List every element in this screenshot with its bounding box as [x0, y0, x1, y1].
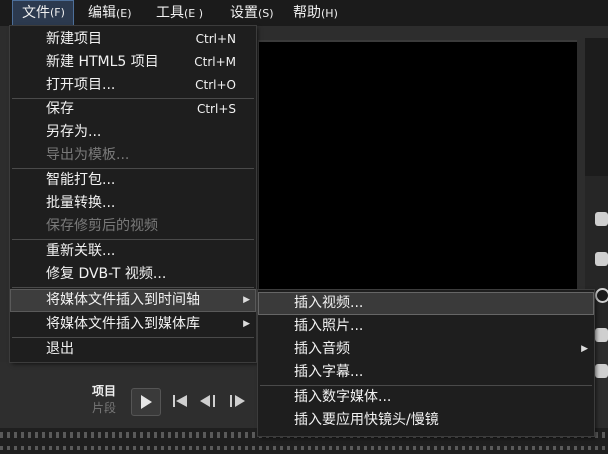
skip-back-icon: [173, 395, 187, 407]
file-menu: 新建项目 Ctrl+N 新建 HTML5 项目 Ctrl+M 打开项目... C…: [10, 26, 256, 362]
menu-tools-label: 工具: [156, 5, 184, 21]
player-panel: [0, 362, 258, 428]
play-button[interactable]: [131, 388, 161, 416]
monitor-icon[interactable]: [595, 364, 608, 378]
capture-icon[interactable]: [595, 252, 608, 266]
menu-item-label: 批量转换...: [46, 195, 116, 211]
menu-settings[interactable]: 设置(S): [230, 0, 286, 26]
menu-item-shortcut: Ctrl+M: [194, 55, 236, 69]
menu-item-insert-to-library[interactable]: 将媒体文件插入到媒体库 ▶: [10, 313, 256, 336]
menu-help-accel: (H): [321, 7, 338, 20]
menu-item-new-html5-project[interactable]: 新建 HTML5 项目 Ctrl+M: [10, 51, 256, 74]
menu-item-label: 修复 DVB-T 视频...: [46, 266, 167, 282]
menu-item-save[interactable]: 保存 Ctrl+S: [10, 98, 256, 121]
menu-item-batch-convert[interactable]: 批量转换...: [10, 192, 256, 215]
insert-to-timeline-submenu: 插入视频... 插入照片... 插入音频 ▶ 插入字幕... 插入数字媒体...…: [258, 290, 594, 436]
submenu-arrow-icon: ▶: [243, 295, 250, 305]
menu-item-label: 新建项目: [46, 31, 102, 47]
menu-item-repair-dvbt[interactable]: 修复 DVB-T 视频...: [10, 263, 256, 286]
menu-item-smart-package[interactable]: 智能打包...: [10, 169, 256, 192]
submenu-item-insert-speed-effect[interactable]: 插入要应用快镜头/慢镜: [258, 409, 594, 432]
step-back-icon: [200, 395, 215, 407]
menu-tools-accel: (E ): [184, 7, 204, 20]
menu-item-label: 插入字幕...: [294, 364, 364, 380]
menu-tools[interactable]: 工具(E ): [156, 0, 216, 26]
submenu-arrow-icon: ▶: [581, 344, 588, 354]
menu-item-relink[interactable]: 重新关联...: [10, 240, 256, 263]
menu-settings-accel: (S): [258, 7, 274, 20]
step-back-button[interactable]: [199, 394, 219, 412]
submenu-item-insert-photo[interactable]: 插入照片...: [258, 315, 594, 338]
menu-item-label: 保存: [46, 101, 74, 117]
clip-mode-label[interactable]: 片段: [92, 399, 116, 416]
menu-item-label: 导出为模板...: [46, 147, 130, 163]
menu-item-label: 保存修剪后的视频: [46, 218, 158, 234]
menu-item-shortcut: Ctrl+O: [195, 78, 236, 92]
menu-separator: [12, 287, 254, 288]
menu-item-label: 插入视频...: [294, 295, 364, 311]
menu-file-accel: (F): [50, 6, 65, 19]
menu-item-save-as[interactable]: 另存为...: [10, 121, 256, 144]
menu-edit[interactable]: 编辑(E): [88, 0, 144, 26]
menu-item-label: 插入照片...: [294, 318, 364, 334]
preview-window: [258, 40, 577, 298]
menu-help[interactable]: 帮助(H): [293, 0, 349, 26]
step-forward-icon: [230, 395, 245, 407]
menu-edit-label: 编辑: [88, 5, 116, 21]
menu-settings-label: 设置: [230, 5, 258, 21]
record-icon[interactable]: [595, 288, 608, 303]
menu-item-label: 将媒体文件插入到时间轴: [46, 292, 200, 308]
title-icon[interactable]: [595, 328, 608, 342]
menu-help-label: 帮助: [293, 5, 321, 21]
submenu-item-insert-subtitle[interactable]: 插入字幕...: [258, 361, 594, 384]
submenu-item-insert-digital-media[interactable]: 插入数字媒体...: [258, 386, 594, 409]
camera-icon[interactable]: [595, 212, 608, 226]
menu-item-label: 插入音频: [294, 341, 350, 357]
skip-back-button[interactable]: [172, 394, 190, 412]
menu-item-label: 重新关联...: [46, 243, 116, 259]
menu-item-label: 新建 HTML5 项目: [46, 54, 159, 70]
menu-item-exit[interactable]: 退出: [10, 338, 256, 361]
play-icon: [141, 395, 152, 409]
menu-item-new-project[interactable]: 新建项目 Ctrl+N: [10, 28, 256, 51]
menu-item-save-trimmed-video: 保存修剪后的视频: [10, 215, 256, 238]
project-mode-label[interactable]: 项目: [92, 382, 116, 399]
menu-file-label: 文件: [22, 5, 50, 21]
menu-item-label: 打开项目...: [46, 77, 116, 93]
timeline-ruler-lower: [0, 446, 608, 450]
menu-file[interactable]: 文件 (F): [12, 0, 74, 26]
menu-item-label: 另存为...: [46, 124, 102, 140]
menu-item-label: 智能打包...: [46, 172, 116, 188]
menu-item-label: 插入要应用快镜头/慢镜: [294, 412, 439, 428]
menu-item-export-template: 导出为模板...: [10, 144, 256, 167]
menubar: 文件 (F) 编辑(E) 工具(E ) 设置(S) 帮助(H): [0, 0, 608, 26]
submenu-item-insert-audio[interactable]: 插入音频 ▶: [258, 338, 594, 361]
menu-item-label: 插入数字媒体...: [294, 389, 392, 405]
menu-item-label: 将媒体文件插入到媒体库: [46, 316, 200, 332]
menu-edit-accel: (E): [116, 7, 132, 20]
menu-item-shortcut: Ctrl+N: [195, 32, 236, 46]
step-forward-button[interactable]: [228, 394, 248, 412]
submenu-item-insert-video[interactable]: 插入视频...: [258, 292, 594, 315]
submenu-arrow-icon: ▶: [243, 319, 250, 329]
menu-item-label: 退出: [46, 341, 74, 357]
menu-item-open-project[interactable]: 打开项目... Ctrl+O: [10, 74, 256, 97]
menu-item-insert-to-timeline[interactable]: 将媒体文件插入到时间轴 ▶: [10, 289, 256, 312]
menu-item-shortcut: Ctrl+S: [196, 102, 236, 116]
